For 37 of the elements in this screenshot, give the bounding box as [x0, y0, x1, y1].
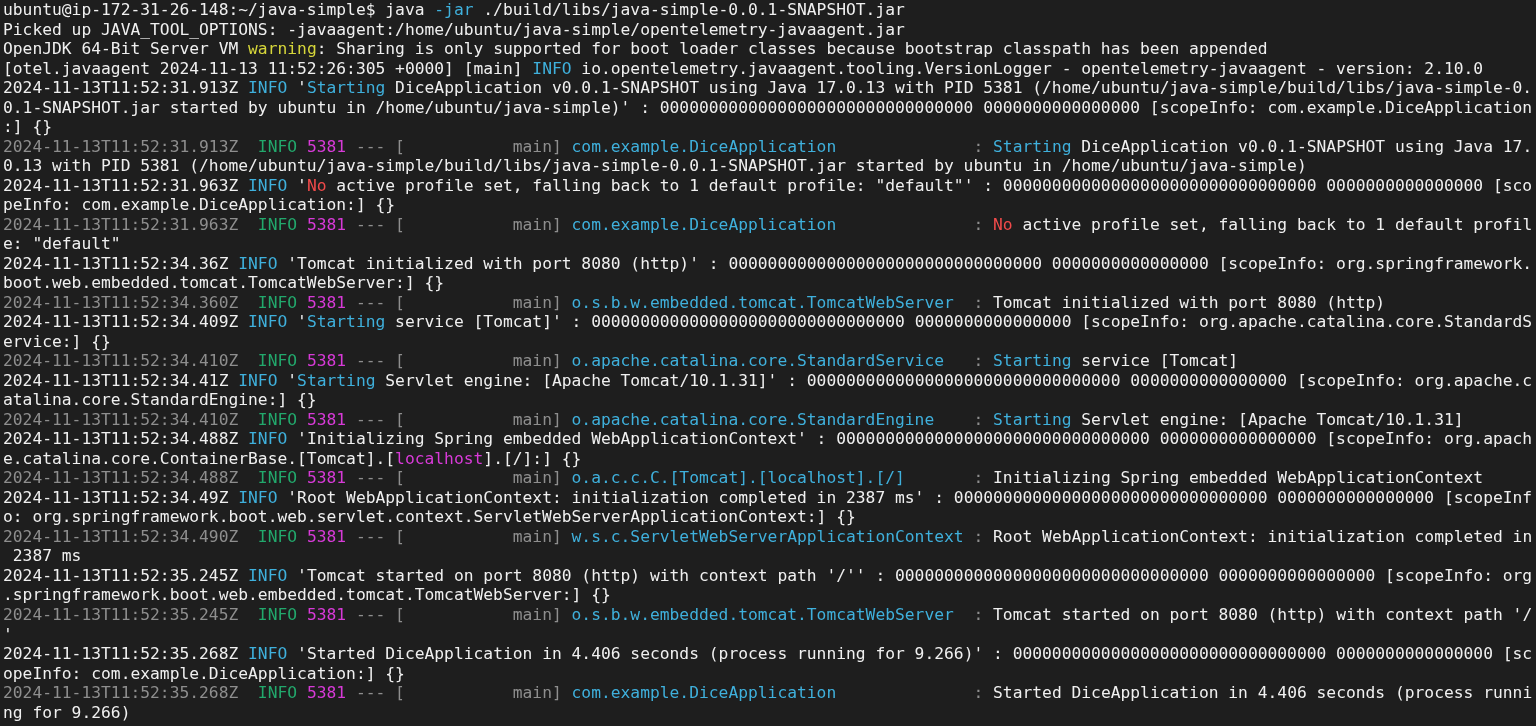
log-line: 2024-11-13T11:52:35.268Z INFO 5381 --- [ main] com.example.DiceApplication : Started DiceApplication in 4.406 seconds (process runni [3, 683, 1533, 703]
log-line: atalina.core.StandardEngine:] {} [3, 390, 317, 410]
log-line: 0.1-SNAPSHOT.jar started by ubuntu in /home/ubuntu/java-simple)' : 00000000000000000000000000000000 0000000000000000 [scopeInfo: com.example.DiceApplication [3, 97, 1533, 117]
log-line: ubuntu@ip-172-31-26-148:~/java-simple$ java -jar ./build/libs/java-simple-0.0.1-SNAPSHOT.jar [3, 0, 905, 19]
log-line: 2387 ms [11, 546, 82, 566]
log-line: e: "default" [3, 234, 121, 254]
log-line: 2024-11-13T11:52:34.36Z INFO 'Tomcat initialized with port 8080 (http)' : 00000000000000000000000000000000 0000000000000000 [scopeInfo: org.springframework. [3, 253, 1533, 273]
log-line: 2024-11-13T11:52:31.963Z INFO 'No active profile set, falling back to 1 default profile: "default"' : 00000000000000000000000000000000 0000000000000000 [sco [3, 175, 1533, 195]
log-line: ervice:] {} [3, 331, 111, 351]
log-line: opeInfo: com.example.DiceApplication:] {} [3, 663, 405, 683]
log-line: 0.13 with PID 5381 (/home/ubuntu/java-simple/build/libs/java-simple-0.0.1-SNAPSHOT.jar started by ubuntu in /home/ubuntu/java-simple) [3, 156, 1307, 176]
log-line: 2024-11-13T11:52:34.488Z INFO 5381 --- [ main] o.a.c.c.C.[Tomcat].[localhost].[/] : Initializing Spring embedded WebApplicationContext [3, 468, 1484, 488]
log-line: Picked up JAVA_TOOL_OPTIONS: -javaagent:/home/ubuntu/java-simple/opentelemetry-javaagent.jar [3, 19, 905, 39]
log-line: 2024-11-13T11:52:34.490Z INFO 5381 --- [ main] w.s.c.ServletWebServerApplicationContext : Root WebApplicationContext: initialization completed in [3, 526, 1533, 546]
log-line: :] {} [3, 117, 52, 137]
log-line: 2024-11-13T11:52:31.913Z INFO 'Starting DiceApplication v0.0.1-SNAPSHOT using Java 17.0.13 with PID 5381 (/home/ubuntu/java-simple/build/libs/java-simple-0. [3, 78, 1533, 98]
log-line: ' [3, 624, 13, 644]
log-line: ng for 9.266) [3, 702, 131, 722]
log-line: 2024-11-13T11:52:34.488Z INFO 'Initializing Spring embedded WebApplicationContext' : 00000000000000000000000000000000 0000000000000000 [scopeInfo: org.apach [3, 429, 1533, 449]
log-line: o: org.springframework.boot.web.servlet.context.ServletWebServerApplicationContext:] {} [3, 507, 856, 527]
log-line: 2024-11-13T11:52:31.963Z INFO 5381 --- [ main] com.example.DiceApplication : No active profile set, falling back to 1 default profil [3, 214, 1533, 234]
log-line: 2024-11-13T11:52:34.410Z INFO 5381 --- [ main] o.apache.catalina.core.StandardEngine : Starting Servlet engine: [Apache Tomcat/10.1.31] [3, 409, 1464, 429]
log-line: 2024-11-13T11:52:35.268Z INFO 'Started DiceApplication in 4.406 seconds (process running for 9.266)' : 00000000000000000000000000000000 0000000000000000 [sc [3, 644, 1533, 663]
log-line: 2024-11-13T11:52:35.245Z INFO 'Tomcat started on port 8080 (http) with context path '/'' : 00000000000000000000000000000000 0000000000000000 [scopeInfo: org [3, 565, 1533, 585]
log-line: 2024-11-13T11:52:35.245Z INFO 5381 --- [ main] o.s.b.w.embedded.tomcat.TomcatWebServer : Tomcat started on port 8080 (http) with context path '/ [3, 605, 1533, 624]
log-line: 2024-11-13T11:52:34.49Z INFO 'Root WebApplicationContext: initialization completed in 2387 ms' : 00000000000000000000000000000000 0000000000000000 [scopeInf [3, 487, 1533, 507]
log-line: OpenJDK 64-Bit Server VM warning: Sharing is only supported for boot loader classes because bootstrap classpath has been appended [3, 39, 1268, 59]
log-line: boot.web.embedded.tomcat.TomcatWebServer:] {} [3, 273, 445, 293]
log-line: 2024-11-13T11:52:34.410Z INFO 5381 --- [ main] o.apache.catalina.core.StandardService : Starting service [Tomcat] [3, 351, 1239, 371]
log-line: peInfo: com.example.DiceApplication:] {} [3, 195, 396, 215]
log-line: [otel.javaagent 2024-11-13 11:52:26:305 +0000] [main] INFO io.opentelemetry.javaagent.tooling.VersionLogger - opentelemetry-javaagent - version: 2.10.0 [3, 58, 1484, 78]
log-line: .springframework.boot.web.embedded.tomcat.TomcatWebServer:] {} [3, 585, 611, 605]
log-line: 2024-11-13T11:52:34.41Z INFO 'Starting Servlet engine: [Apache Tomcat/10.1.31]' : 00000000000000000000000000000000 0000000000000000 [scopeInfo: org.apache.c [3, 370, 1533, 390]
log-line: 2024-11-13T11:52:34.409Z INFO 'Starting service [Tomcat]' : 00000000000000000000000000000000 0000000000000000 [scopeInfo: org.apache.catalina.core.StandardS [3, 312, 1533, 332]
log-line: 2024-11-13T11:52:31.913Z INFO 5381 --- [ main] com.example.DiceApplication : Starting DiceApplication v0.0.1-SNAPSHOT using Java 17. [3, 136, 1533, 156]
log-line: e.catalina.core.ContainerBase.[Tomcat].[localhost].[/]:] {} [3, 448, 582, 468]
log-line: 2024-11-13T11:52:34.360Z INFO 5381 --- [ main] o.s.b.w.embedded.tomcat.TomcatWebServer : Tomcat initialized with port 8080 (http) [3, 292, 1386, 312]
